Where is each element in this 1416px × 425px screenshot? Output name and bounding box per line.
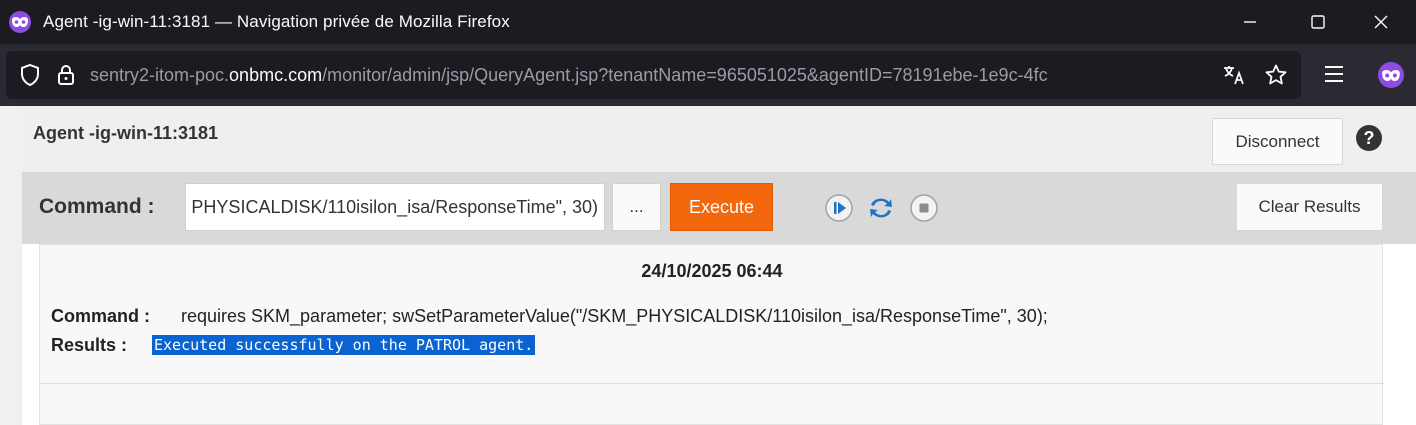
result-command-value: requires SKM_parameter; swSetParameterVa… bbox=[181, 306, 1048, 326]
window-titlebar: Agent -ig-win-11:3181 — Navigation privé… bbox=[0, 0, 1416, 44]
command-input[interactable] bbox=[185, 183, 605, 231]
browse-button[interactable]: ... bbox=[612, 183, 661, 231]
stop-icon[interactable] bbox=[909, 193, 939, 223]
command-label: Command : bbox=[39, 195, 155, 218]
execute-button[interactable]: Execute bbox=[670, 183, 773, 231]
refresh-icon[interactable] bbox=[866, 193, 896, 223]
private-browsing-icon bbox=[9, 11, 31, 33]
result-results-label: Results : bbox=[51, 335, 128, 355]
minimize-button[interactable] bbox=[1215, 0, 1285, 44]
page-content: Agent -ig-win-11:3181 Disconnect ? Comma… bbox=[22, 106, 1416, 425]
disconnect-button[interactable]: Disconnect bbox=[1212, 118, 1343, 165]
tracking-protection-icon[interactable] bbox=[18, 63, 42, 87]
close-button[interactable] bbox=[1346, 0, 1416, 44]
maximize-icon bbox=[1311, 15, 1325, 29]
url-path: /monitor/admin/jsp/QueryAgent.jsp?tenant… bbox=[322, 64, 1048, 85]
result-command-label: Command : bbox=[51, 306, 150, 326]
bookmark-star-icon[interactable] bbox=[1264, 63, 1288, 87]
minimize-icon bbox=[1244, 21, 1256, 23]
results-divider bbox=[40, 383, 1384, 384]
maximize-button[interactable] bbox=[1283, 0, 1353, 44]
command-bar: Command : ... Execute Clear Results bbox=[22, 172, 1416, 244]
help-icon[interactable]: ? bbox=[1356, 125, 1382, 151]
private-mode-indicator-icon bbox=[1378, 62, 1404, 88]
window-title: Agent -ig-win-11:3181 — Navigation privé… bbox=[43, 12, 510, 31]
page-title: Agent -ig-win-11:3181 bbox=[33, 123, 219, 143]
url-text[interactable]: sentry2-itom-poc.onbmc.com/monitor/admin… bbox=[90, 65, 1205, 86]
hamburger-menu-icon[interactable] bbox=[1323, 63, 1345, 85]
address-bar[interactable]: sentry2-itom-poc.onbmc.com/monitor/admin… bbox=[6, 51, 1301, 99]
url-domain: onbmc.com bbox=[229, 64, 323, 85]
play-icon[interactable] bbox=[824, 193, 854, 223]
browser-toolbar: sentry2-itom-poc.onbmc.com/monitor/admin… bbox=[0, 44, 1416, 106]
close-icon bbox=[1374, 15, 1388, 29]
agent-header: Agent -ig-win-11:3181 Disconnect ? bbox=[22, 106, 1416, 172]
clear-results-button[interactable]: Clear Results bbox=[1236, 183, 1383, 231]
translate-icon[interactable] bbox=[1222, 63, 1246, 87]
result-output-text: Executed successfully on the PATROL agen… bbox=[152, 335, 536, 355]
result-timestamp: 24/10/2025 06:44 bbox=[641, 261, 783, 281]
results-panel: 24/10/2025 06:44 Command : requires SKM_… bbox=[39, 244, 1384, 425]
url-prefix: sentry2-itom-poc. bbox=[90, 64, 230, 85]
lock-icon[interactable] bbox=[56, 64, 76, 86]
